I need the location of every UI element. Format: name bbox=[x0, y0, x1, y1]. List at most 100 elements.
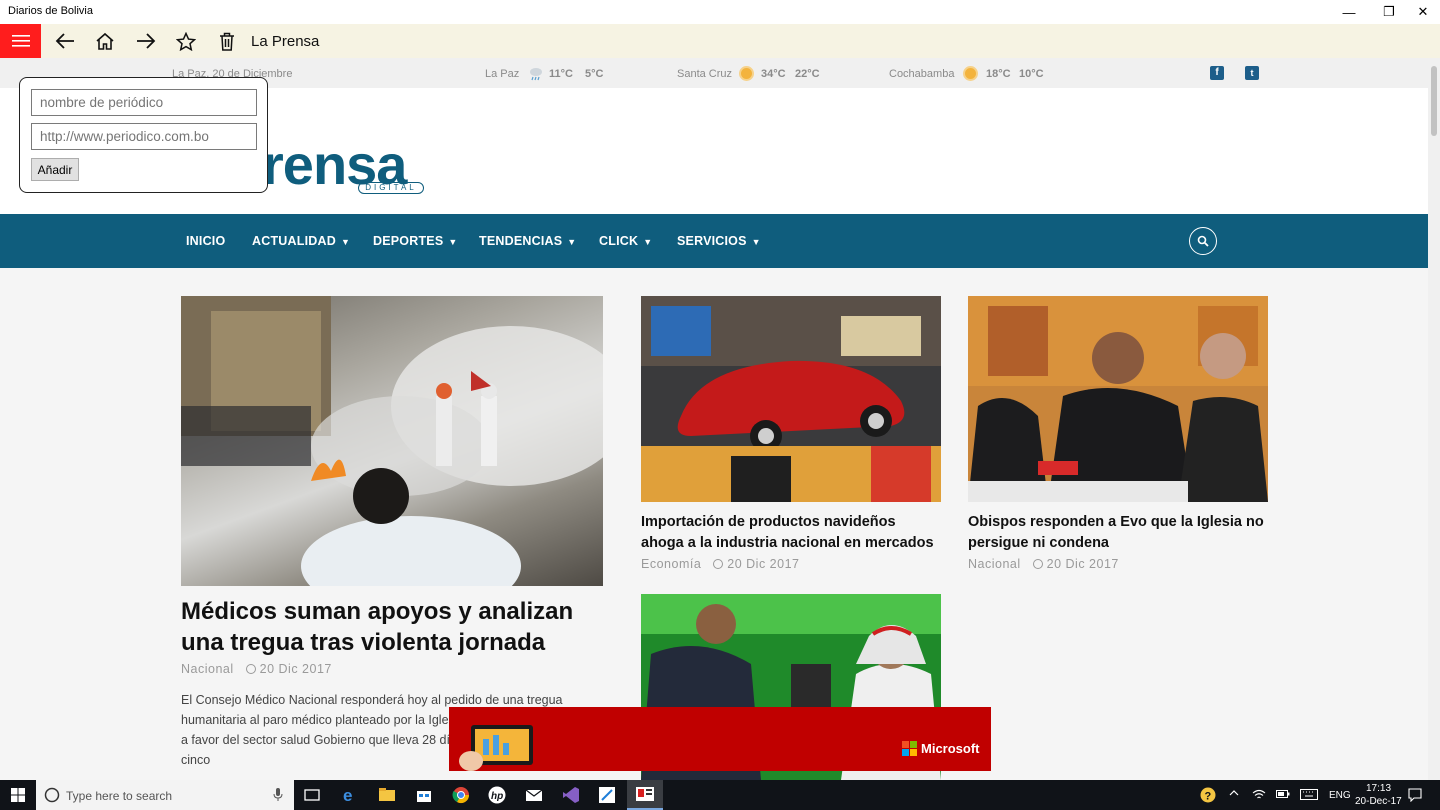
visual-studio-icon[interactable] bbox=[561, 785, 581, 805]
forward-icon[interactable] bbox=[126, 24, 166, 58]
site-logo-sub: DIGITAL bbox=[358, 182, 424, 194]
diarios-app-taskbar-button[interactable] bbox=[627, 780, 663, 810]
file-explorer-icon[interactable] bbox=[377, 785, 397, 805]
home-icon[interactable] bbox=[85, 24, 125, 58]
article-date: 20 Dic 2017 bbox=[259, 662, 332, 676]
weather-low: 10°C bbox=[1019, 68, 1044, 80]
article-meta-third: Nacional 20 Dic 2017 bbox=[968, 557, 1119, 571]
article-category[interactable]: Nacional bbox=[968, 557, 1021, 571]
close-button[interactable]: ✕ bbox=[1400, 0, 1440, 24]
nav-label: INICIO bbox=[186, 234, 226, 248]
trash-icon[interactable] bbox=[207, 24, 247, 58]
article-headline-third[interactable]: Obispos responden a Evo que la Iglesia n… bbox=[968, 512, 1268, 554]
nav-label: CLICK bbox=[599, 234, 639, 248]
article-headline-second[interactable]: Importación de productos navideños ahoga… bbox=[641, 512, 941, 554]
chevron-down-icon: ▼ bbox=[751, 237, 761, 247]
store-icon[interactable] bbox=[414, 785, 434, 805]
svg-text:?: ? bbox=[1205, 791, 1212, 803]
clock-icon bbox=[245, 664, 256, 674]
chevron-down-icon: ▼ bbox=[340, 237, 351, 247]
ad-brand: Microsoft bbox=[921, 741, 980, 756]
back-icon[interactable] bbox=[45, 24, 85, 58]
svg-text:e: e bbox=[343, 786, 352, 805]
clock-date[interactable]: 20-Dec-17 bbox=[1355, 796, 1402, 807]
sun-icon bbox=[963, 66, 978, 81]
add-button[interactable]: Añadir bbox=[31, 158, 79, 181]
cloud-rain-icon bbox=[528, 66, 544, 84]
site-nav: INICIO ACTUALIDAD ▼ DEPORTES ▼ TENDENCIAS ▼… bbox=[0, 214, 1428, 268]
clock-icon bbox=[1032, 559, 1043, 569]
article-category[interactable]: Economía bbox=[641, 557, 701, 571]
microsoft-logo-icon bbox=[902, 741, 917, 761]
microphone-icon[interactable] bbox=[273, 788, 283, 807]
newspaper-name-input[interactable] bbox=[31, 89, 257, 116]
nav-label: DEPORTES bbox=[373, 234, 444, 248]
edge-icon[interactable]: e bbox=[340, 785, 360, 805]
nav-item-servicios[interactable]: SERVICIOS ▼ bbox=[677, 234, 761, 248]
weather-high: 11°C bbox=[549, 68, 573, 80]
window-title-bar: Diarios de Bolivia — ❐ ✕ bbox=[0, 0, 1440, 24]
weather-city: La Paz bbox=[485, 68, 520, 80]
article-image-main[interactable] bbox=[181, 296, 603, 586]
hp-icon[interactable]: hp bbox=[487, 785, 507, 805]
search-icon[interactable] bbox=[1189, 227, 1217, 255]
nav-item-actualidad[interactable]: ACTUALIDAD ▼ bbox=[252, 234, 350, 248]
app-icon[interactable] bbox=[597, 785, 617, 805]
article-image-third[interactable] bbox=[968, 296, 1268, 502]
svg-text:hp: hp bbox=[491, 791, 503, 802]
chrome-icon[interactable] bbox=[451, 785, 471, 805]
notification-icon[interactable] bbox=[1408, 788, 1422, 805]
article-date: 20 Dic 2017 bbox=[1046, 557, 1119, 571]
windows-start-icon[interactable] bbox=[11, 788, 25, 807]
nav-label: SERVICIOS bbox=[677, 234, 747, 248]
cortana-icon bbox=[44, 787, 60, 808]
mail-icon[interactable] bbox=[524, 785, 544, 805]
chevron-down-icon: ▼ bbox=[643, 237, 653, 247]
star-icon[interactable] bbox=[166, 24, 206, 58]
taskbar: Type here to search e hp ? ENG 17:13 20-… bbox=[0, 780, 1440, 810]
language-indicator[interactable]: ENG bbox=[1329, 790, 1351, 801]
keyboard-icon[interactable] bbox=[1300, 789, 1318, 803]
nav-item-tendencias[interactable]: TENDENCIAS ▼ bbox=[479, 234, 576, 248]
weather-low: 22°C bbox=[795, 68, 820, 80]
nav-label: TENDENCIAS bbox=[479, 234, 563, 248]
help-icon[interactable]: ? bbox=[1200, 787, 1216, 803]
scrollbar[interactable] bbox=[1428, 58, 1440, 780]
weather-city: Santa Cruz bbox=[677, 68, 733, 80]
ad-banner[interactable]: Microsoft bbox=[449, 707, 991, 771]
taskbar-search-box[interactable]: Type here to search bbox=[36, 780, 294, 810]
article-category[interactable]: Nacional bbox=[181, 662, 234, 676]
weather-city: Cochabamba bbox=[889, 68, 955, 80]
article-date: 20 Dic 2017 bbox=[727, 557, 800, 571]
nav-label: ACTUALIDAD bbox=[252, 234, 336, 248]
weather-high: 34°C bbox=[761, 68, 786, 80]
weather-high: 18°C bbox=[986, 68, 1011, 80]
nav-item-click[interactable]: CLICK ▼ bbox=[599, 234, 652, 248]
weather-low: 5°C bbox=[585, 68, 604, 80]
facebook-icon[interactable]: f bbox=[1210, 66, 1224, 80]
clock-time[interactable]: 17:13 bbox=[1366, 783, 1391, 794]
twitter-icon[interactable]: t bbox=[1245, 66, 1259, 80]
article-image-second[interactable] bbox=[641, 296, 941, 502]
chevron-up-icon[interactable] bbox=[1229, 788, 1239, 801]
chevron-down-icon: ▼ bbox=[448, 237, 458, 247]
app-toolbar: La Prensa bbox=[0, 24, 1440, 58]
scrollbar-thumb[interactable] bbox=[1431, 66, 1437, 136]
battery-icon[interactable] bbox=[1276, 789, 1290, 802]
nav-item-inicio[interactable]: INICIO bbox=[186, 234, 225, 248]
article-meta-second: Economía 20 Dic 2017 bbox=[641, 557, 800, 571]
article-headline-main[interactable]: Médicos suman apoyos y analizan una treg… bbox=[181, 596, 601, 658]
current-newspaper-title: La Prensa bbox=[251, 33, 320, 50]
task-view-icon[interactable] bbox=[302, 785, 322, 805]
newspaper-url-input[interactable] bbox=[31, 123, 257, 150]
add-newspaper-popup: Añadir bbox=[19, 77, 268, 193]
clock-icon bbox=[713, 559, 724, 569]
chevron-down-icon: ▼ bbox=[567, 237, 577, 247]
taskbar-search-placeholder: Type here to search bbox=[66, 789, 173, 803]
wifi-icon[interactable] bbox=[1252, 788, 1266, 803]
menu-icon[interactable] bbox=[0, 24, 41, 58]
sun-icon bbox=[739, 66, 754, 81]
nav-item-deportes[interactable]: DEPORTES ▼ bbox=[373, 234, 457, 248]
window-title: Diarios de Bolivia bbox=[8, 5, 93, 17]
article-meta-main: Nacional 20 Dic 2017 bbox=[181, 662, 332, 676]
